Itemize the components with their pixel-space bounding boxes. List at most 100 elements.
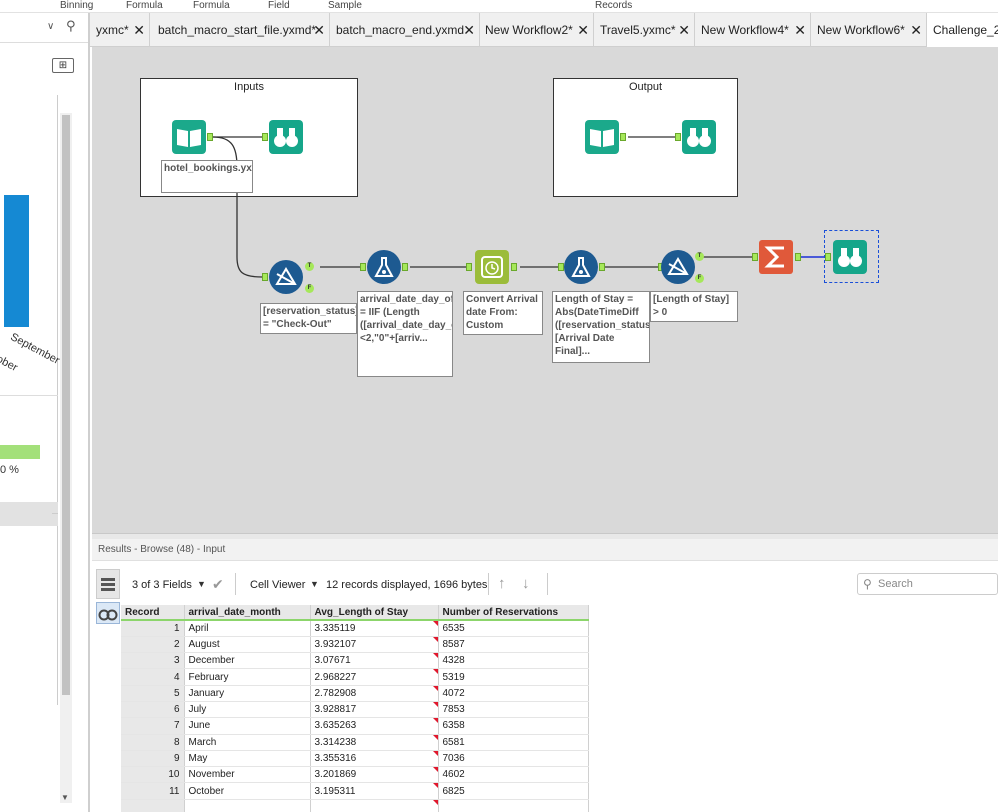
tab-challenge[interactable]: Challenge_20 bbox=[927, 13, 998, 47]
ribbon-binning[interactable]: Binning bbox=[60, 0, 93, 11]
pin-icon[interactable]: ⚲ bbox=[66, 18, 76, 34]
tab-new-workflow6[interactable]: New Workflow6* ✕ bbox=[811, 13, 927, 47]
true-anchor[interactable]: T bbox=[305, 262, 314, 271]
close-icon[interactable]: ✕ bbox=[313, 22, 325, 39]
false-anchor[interactable]: F bbox=[305, 284, 314, 293]
table-row[interactable]: 4 February 2.968227 5319 bbox=[121, 668, 589, 686]
input-anchor[interactable] bbox=[360, 263, 366, 271]
tab-travel5[interactable]: Travel5.yxmc* ✕ bbox=[594, 13, 695, 47]
reservations-cell[interactable]: 6581 bbox=[438, 734, 589, 751]
avg-stay-cell[interactable]: 3.635263 bbox=[310, 717, 439, 735]
filter-icon[interactable] bbox=[269, 260, 303, 294]
binoculars-icon[interactable] bbox=[96, 602, 120, 624]
ribbon-formula[interactable]: Formula bbox=[126, 0, 163, 11]
tab-batch-macro-start[interactable]: batch_macro_start_file.yxmd* ✕ bbox=[152, 13, 330, 47]
avg-stay-cell[interactable]: 3.355316 bbox=[310, 750, 439, 768]
close-icon[interactable]: ✕ bbox=[794, 22, 806, 39]
column-header-avg-stay[interactable]: Avg_Length of Stay bbox=[310, 605, 439, 621]
input-anchor[interactable] bbox=[262, 273, 268, 281]
month-cell[interactable]: December bbox=[184, 652, 311, 670]
table-view-icon[interactable] bbox=[96, 569, 120, 599]
formula-flask-icon[interactable] bbox=[564, 250, 598, 284]
left-panel-scrollbar[interactable]: ▼ bbox=[60, 113, 72, 803]
tab-new-workflow2[interactable]: New Workflow2* ✕ bbox=[479, 13, 594, 47]
checkmark-icon[interactable]: ✔ bbox=[212, 576, 224, 593]
month-cell[interactable]: July bbox=[184, 701, 311, 719]
close-icon[interactable]: ✕ bbox=[678, 22, 690, 39]
table-row[interactable]: 2 August 3.932107 8587 bbox=[121, 636, 589, 654]
month-cell[interactable]: October bbox=[184, 782, 311, 800]
table-row[interactable]: 6 July 3.928817 7853 bbox=[121, 701, 589, 719]
fields-dropdown-icon[interactable]: ▼ bbox=[197, 579, 206, 589]
filter-icon[interactable] bbox=[661, 250, 695, 284]
fields-selector[interactable]: 3 of 3 Fields bbox=[132, 579, 192, 591]
reservations-cell[interactable]: 8587 bbox=[438, 636, 589, 654]
table-row[interactable] bbox=[121, 799, 589, 812]
output-book-icon[interactable] bbox=[585, 120, 619, 154]
month-cell[interactable] bbox=[184, 799, 311, 812]
reservations-cell[interactable]: 7853 bbox=[438, 701, 589, 719]
table-row[interactable]: 10 November 3.201869 4602 bbox=[121, 766, 589, 784]
table-row[interactable]: 3 December 3.07671 4328 bbox=[121, 652, 589, 670]
reservations-cell[interactable]: 6535 bbox=[438, 620, 589, 637]
month-cell[interactable]: June bbox=[184, 717, 311, 735]
avg-stay-cell[interactable]: 3.335119 bbox=[310, 620, 439, 637]
reservations-cell[interactable]: 4328 bbox=[438, 652, 589, 670]
input-anchor[interactable] bbox=[262, 133, 268, 141]
column-header-record[interactable]: Record bbox=[121, 605, 185, 621]
table-row[interactable]: 5 January 2.782908 4072 bbox=[121, 685, 589, 702]
output-anchor[interactable] bbox=[511, 263, 517, 271]
avg-stay-cell[interactable]: 3.932107 bbox=[310, 636, 439, 654]
reservations-cell[interactable]: 7036 bbox=[438, 750, 589, 768]
datetime-clock-icon[interactable] bbox=[475, 250, 509, 284]
ribbon-sample[interactable]: Sample bbox=[328, 0, 362, 11]
avg-stay-cell[interactable]: 2.968227 bbox=[310, 668, 439, 686]
summarize-sigma-icon[interactable] bbox=[759, 240, 793, 274]
table-row[interactable]: 7 June 3.635263 6358 bbox=[121, 717, 589, 735]
avg-stay-cell[interactable]: 3.195311 bbox=[310, 782, 439, 800]
table-row[interactable]: 1 April 3.335119 6535 bbox=[121, 620, 589, 637]
output-anchor[interactable] bbox=[402, 263, 408, 271]
browse-binoculars-icon[interactable] bbox=[682, 120, 716, 154]
cell-viewer-selector[interactable]: Cell Viewer bbox=[250, 579, 305, 591]
output-anchor[interactable] bbox=[207, 133, 213, 141]
arrow-down-icon[interactable]: ↓ bbox=[522, 575, 530, 592]
avg-stay-cell[interactable]: 3.928817 bbox=[310, 701, 439, 719]
reservations-cell[interactable]: 4602 bbox=[438, 766, 589, 784]
reservations-cell[interactable]: 6358 bbox=[438, 717, 589, 735]
reservations-cell[interactable]: 4072 bbox=[438, 685, 589, 702]
month-cell[interactable]: February bbox=[184, 668, 311, 686]
true-anchor[interactable]: T bbox=[695, 252, 704, 261]
avg-stay-cell[interactable]: 3.07671 bbox=[310, 652, 439, 670]
ribbon-records[interactable]: Records bbox=[595, 0, 632, 11]
panel-menu-icon[interactable]: ⊞ bbox=[52, 58, 74, 73]
reservations-cell[interactable]: 5319 bbox=[438, 668, 589, 686]
formula-flask-icon[interactable] bbox=[367, 250, 401, 284]
output-anchor[interactable] bbox=[599, 263, 605, 271]
table-row[interactable]: 9 May 3.355316 7036 bbox=[121, 750, 589, 768]
tab-new-workflow4[interactable]: New Workflow4* ✕ bbox=[695, 13, 811, 47]
browse-binoculars-icon[interactable] bbox=[833, 240, 867, 274]
scroll-down-icon[interactable]: ▼ bbox=[61, 793, 69, 802]
workflow-canvas[interactable]: Inputs Output hotel_bookings.yxdb T F [ bbox=[92, 47, 998, 533]
ribbon-formula-2[interactable]: Formula bbox=[193, 0, 230, 11]
month-cell[interactable]: April bbox=[184, 620, 311, 637]
input-anchor[interactable] bbox=[466, 263, 472, 271]
avg-stay-cell[interactable]: 3.201869 bbox=[310, 766, 439, 784]
output-anchor[interactable] bbox=[795, 253, 801, 261]
avg-stay-cell[interactable]: 2.782908 bbox=[310, 685, 439, 702]
column-header-reservations[interactable]: Number of Reservations bbox=[438, 605, 589, 621]
month-cell[interactable]: May bbox=[184, 750, 311, 768]
browse-binoculars-icon[interactable] bbox=[269, 120, 303, 154]
month-cell[interactable]: January bbox=[184, 685, 311, 702]
input-book-icon[interactable] bbox=[172, 120, 206, 154]
input-anchor[interactable] bbox=[752, 253, 758, 261]
close-icon[interactable]: ✕ bbox=[133, 22, 145, 39]
close-icon[interactable]: ✕ bbox=[910, 22, 922, 39]
false-anchor[interactable]: F bbox=[695, 274, 704, 283]
tab-yxmc[interactable]: yxmc* ✕ bbox=[90, 13, 150, 47]
month-cell[interactable]: November bbox=[184, 766, 311, 784]
search-input[interactable]: ⚲ Search bbox=[857, 573, 998, 595]
month-cell[interactable]: March bbox=[184, 734, 311, 751]
ribbon-field[interactable]: Field bbox=[268, 0, 290, 11]
